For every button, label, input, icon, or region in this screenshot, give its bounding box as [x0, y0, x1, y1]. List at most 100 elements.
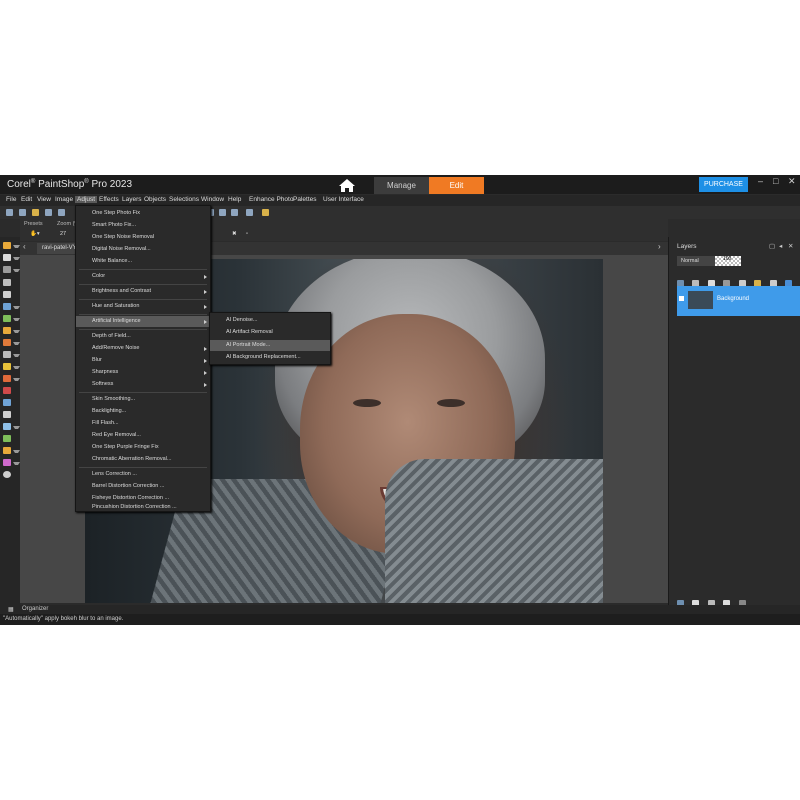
menu-softness[interactable]: Softness: [76, 379, 210, 390]
menu-pincushion-distortion[interactable]: Pincushion Distortion Correction ...: [76, 504, 210, 510]
chevron-left-icon[interactable]: ‹: [23, 242, 26, 251]
zoom-fit-icon[interactable]: [231, 209, 238, 216]
menu-ai-background-replacement[interactable]: AI Background Replacement...: [210, 352, 330, 363]
tool-caret-icon[interactable]: [13, 462, 20, 468]
menu-lens-correction[interactable]: Lens Correction ...: [76, 469, 210, 480]
menu-ai-portrait-mode[interactable]: AI Portrait Mode...: [210, 340, 330, 351]
warp-tool-icon[interactable]: [3, 435, 11, 442]
menu-white-balance[interactable]: White Balance...: [76, 256, 210, 267]
tab-manage[interactable]: Manage: [374, 177, 429, 194]
tool-caret-icon[interactable]: [13, 366, 20, 372]
clone-tool-icon[interactable]: [3, 327, 11, 334]
panel-pin-icon[interactable]: ◂: [779, 242, 782, 250]
menu-enhance-photo[interactable]: Enhance Photo: [249, 196, 293, 203]
tool-caret-icon[interactable]: [13, 426, 20, 432]
chevron-right-icon[interactable]: ›: [658, 242, 661, 251]
arrange-icon[interactable]: [262, 209, 269, 216]
print-icon[interactable]: [58, 209, 65, 216]
menu-selections[interactable]: Selections: [169, 196, 199, 203]
lighten-tool-icon[interactable]: [3, 363, 11, 370]
close-button[interactable]: ✕: [788, 176, 796, 187]
menu-objects[interactable]: Objects: [144, 196, 166, 203]
eraser-tool-icon[interactable]: [3, 375, 11, 382]
tool-caret-icon[interactable]: [13, 342, 20, 348]
text-tool-icon[interactable]: [3, 399, 11, 406]
tab-edit[interactable]: Edit: [429, 177, 484, 194]
paint-brush-tool-icon[interactable]: [3, 339, 11, 346]
menu-skin-smoothing[interactable]: Skin Smoothing...: [76, 394, 210, 405]
tool-caret-icon[interactable]: [13, 318, 20, 324]
menu-artificial-intelligence[interactable]: Artificial Intelligence: [76, 316, 210, 327]
shape-tool-icon[interactable]: [3, 411, 11, 418]
menu-sharpness[interactable]: Sharpness: [76, 367, 210, 378]
menu-purple-fringe-fix[interactable]: One Step Purple Fringe Fix: [76, 442, 210, 453]
red-eye-tool-icon[interactable]: [3, 315, 11, 322]
folder-icon[interactable]: [32, 209, 39, 216]
menu-red-eye-removal[interactable]: Red Eye Removal...: [76, 430, 210, 441]
pan-tool-icon[interactable]: [3, 242, 11, 249]
fill-tool-icon[interactable]: [3, 387, 11, 394]
blend-mode-select[interactable]: Normal: [677, 256, 716, 266]
organizer-tab[interactable]: Organizer: [22, 606, 48, 612]
zoom-out-icon[interactable]: [219, 209, 226, 216]
menu-edit[interactable]: Edit: [21, 196, 32, 203]
menu-hue-saturation[interactable]: Hue and Saturation: [76, 301, 210, 312]
menu-palettes[interactable]: Palettes: [293, 196, 317, 203]
save-icon[interactable]: [45, 209, 52, 216]
grid-icon[interactable]: ▦: [8, 606, 14, 613]
menu-blur[interactable]: Blur: [76, 355, 210, 366]
menu-backlighting[interactable]: Backlighting...: [76, 406, 210, 417]
menu-layers[interactable]: Layers: [122, 196, 142, 203]
preset-picker-icon[interactable]: ✋▾: [30, 231, 40, 237]
tool-caret-icon[interactable]: [13, 354, 20, 360]
menu-fisheye-distortion[interactable]: Fisheye Distortion Correction ...: [76, 493, 210, 504]
menu-digital-noise-removal[interactable]: Digital Noise Removal...: [76, 244, 210, 255]
tool-caret-icon[interactable]: [13, 450, 20, 456]
menu-adjust[interactable]: Adjust: [75, 196, 98, 203]
menu-effects[interactable]: Effects: [99, 196, 119, 203]
pen-tool-icon[interactable]: [3, 423, 11, 430]
eye-icon[interactable]: [679, 296, 684, 301]
menu-fill-flash[interactable]: Fill Flash...: [76, 418, 210, 429]
menu-file[interactable]: File: [6, 196, 16, 203]
menu-brightness-contrast[interactable]: Brightness and Contrast: [76, 286, 210, 297]
tool-caret-icon[interactable]: [13, 269, 20, 275]
open-file-icon[interactable]: [19, 209, 26, 216]
actual-size-icon[interactable]: ✖: [232, 231, 237, 237]
new-file-icon[interactable]: [6, 209, 13, 216]
smudge-tool-icon[interactable]: [3, 447, 11, 454]
home-button[interactable]: [335, 177, 359, 193]
menu-ai-denoise[interactable]: AI Denoise...: [210, 315, 330, 326]
menu-ai-artifact-removal[interactable]: AI Artifact Removal: [210, 327, 330, 338]
tool-caret-icon[interactable]: [13, 245, 20, 251]
fit-window-icon[interactable]: ▫: [246, 231, 248, 237]
straighten-tool-icon[interactable]: [3, 303, 11, 310]
layer-row-background[interactable]: Background: [677, 286, 800, 316]
purchase-button[interactable]: PURCHASE: [699, 177, 748, 192]
menu-barrel-distortion[interactable]: Barrel Distortion Correction ...: [76, 481, 210, 492]
panel-options-icon[interactable]: ▢: [769, 242, 775, 250]
menu-view[interactable]: View: [37, 196, 51, 203]
minimize-button[interactable]: –: [758, 176, 763, 186]
opacity-value[interactable]: 100: [723, 256, 731, 262]
menu-user-interface[interactable]: User Interface: [323, 196, 364, 203]
maximize-button[interactable]: □: [773, 176, 778, 186]
crop-tool-icon[interactable]: [3, 291, 11, 298]
menu-image[interactable]: Image: [55, 196, 73, 203]
menu-depth-of-field[interactable]: Depth of Field...: [76, 331, 210, 342]
zoom-value[interactable]: 27: [60, 231, 66, 237]
add-tool-icon[interactable]: [3, 471, 11, 478]
selection-tool-icon[interactable]: [3, 266, 11, 273]
pick-tool-icon[interactable]: [3, 254, 11, 261]
panel-close-icon[interactable]: ✕: [788, 242, 793, 250]
tool-caret-icon[interactable]: [13, 330, 20, 336]
menu-add-remove-noise[interactable]: Add/Remove Noise: [76, 343, 210, 354]
menu-help[interactable]: Help: [228, 196, 241, 203]
menu-one-step-noise-removal[interactable]: One Step Noise Removal: [76, 232, 210, 243]
screen-icon[interactable]: [246, 209, 253, 216]
menu-one-step-photo-fix[interactable]: One Step Photo Fix: [76, 208, 210, 219]
menu-smart-photo-fix[interactable]: Smart Photo Fix...: [76, 220, 210, 231]
tool-caret-icon[interactable]: [13, 378, 20, 384]
tool-caret-icon[interactable]: [13, 306, 20, 312]
gradient-tool-icon[interactable]: [3, 351, 11, 358]
